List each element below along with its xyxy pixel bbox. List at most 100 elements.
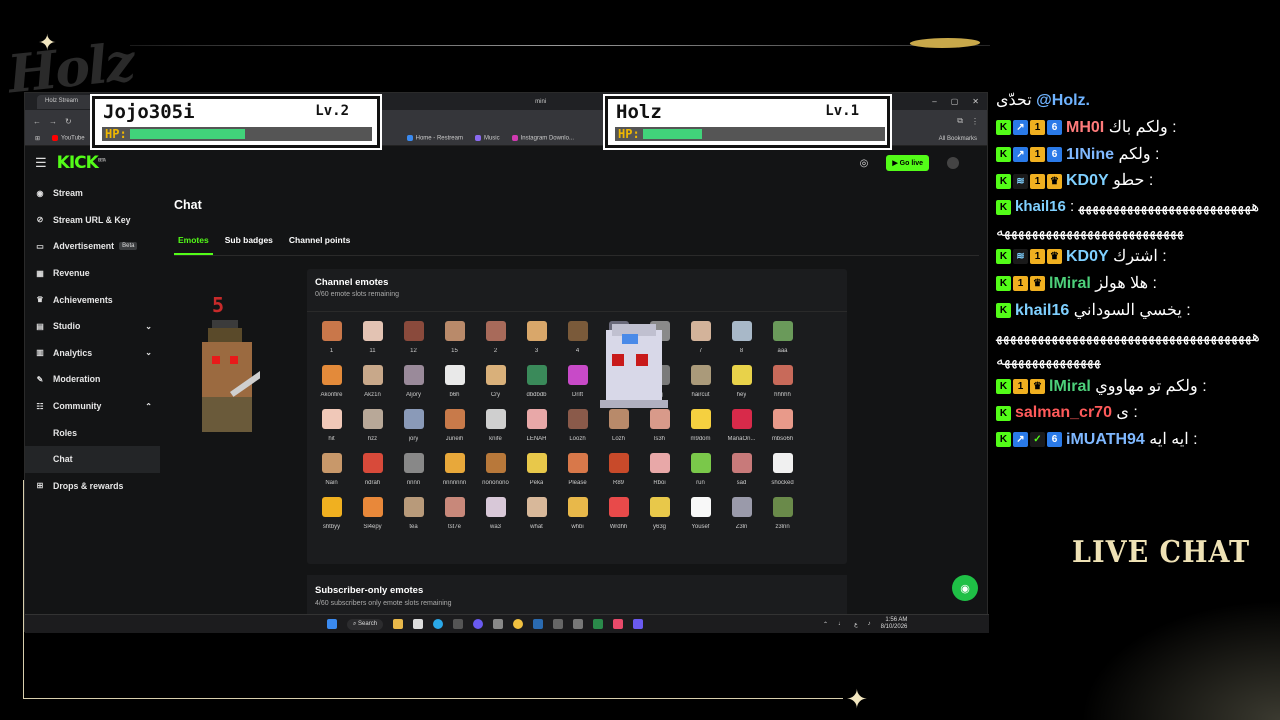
sidebar-item-revenue[interactable]: ▦ Revenue (25, 260, 160, 287)
tab-sub-badges[interactable]: Sub badges (221, 231, 277, 255)
chat-username[interactable]: khail16 (1015, 198, 1066, 215)
emote-item[interactable]: Sl4epy (352, 497, 393, 530)
emote-item[interactable]: LENAH (516, 409, 557, 442)
menu-icon[interactable]: ⋮ (971, 117, 979, 126)
emote-item[interactable]: 8 (721, 321, 762, 354)
go-live-button[interactable]: ▶ Go live (886, 155, 929, 171)
sidebar-item-stream-url-key[interactable]: ⊘ Stream URL & Key (25, 207, 160, 234)
tab-emotes[interactable]: Emotes (174, 231, 213, 255)
sidebar-item-drops-rewards[interactable]: ⊞ Drops & rewards (25, 473, 160, 500)
emote-item[interactable]: Yousef (680, 497, 721, 530)
emote-item[interactable]: Juneih (434, 409, 475, 442)
sidebar-item-achievements[interactable]: ♛ Achievements (25, 286, 160, 313)
emote-item[interactable]: tea (393, 497, 434, 530)
emote-item[interactable]: hhhhh (762, 365, 803, 398)
emote-item[interactable]: 2 (475, 321, 516, 354)
emote-item[interactable]: shtbyy (311, 497, 352, 530)
emote-item[interactable]: what (516, 497, 557, 530)
emote-item[interactable]: b6h (434, 365, 475, 398)
emote-item[interactable]: Loozh (557, 409, 598, 442)
browser-tab[interactable]: mini (535, 99, 546, 105)
close-icon[interactable]: ✕ (972, 97, 979, 106)
support-chat-button[interactable]: ◉ (952, 575, 978, 601)
sidebar-item-studio[interactable]: ▤ Studio ⌄ (25, 313, 160, 340)
emote-item[interactable]: mbso6h (762, 409, 803, 442)
emote-item[interactable]: Please (557, 453, 598, 486)
emote-item[interactable]: Peka (516, 453, 557, 486)
emote-item[interactable]: run (680, 453, 721, 486)
emote-item[interactable]: hzz (352, 409, 393, 442)
emote-item[interactable]: z3lnn (762, 497, 803, 530)
emote-item[interactable]: 4 (557, 321, 598, 354)
chat-username[interactable]: @Holz. (1036, 92, 1090, 109)
app-icon[interactable] (593, 619, 604, 629)
emote-item[interactable]: knife (475, 409, 516, 442)
emote-item[interactable]: Akz1n (352, 365, 393, 398)
emote-item[interactable]: jory (393, 409, 434, 442)
emote-item[interactable]: aaa (762, 321, 803, 354)
chat-username[interactable]: lMiral (1049, 275, 1091, 292)
app-icon[interactable] (493, 619, 504, 629)
chat-username[interactable]: iMUATH94 (1066, 431, 1145, 448)
mic-icon[interactable]: ♩ (838, 621, 844, 627)
hamburger-icon[interactable]: ☰ (35, 155, 47, 171)
chat-username[interactable]: KD0Y (1066, 248, 1109, 265)
store-icon[interactable] (413, 619, 424, 629)
emote-item[interactable]: Aljory (393, 365, 434, 398)
speaker-icon[interactable]: ♪ (868, 621, 871, 627)
app-icon[interactable] (633, 619, 644, 629)
sidebar-item-moderation[interactable]: ✎ Moderation (25, 366, 160, 393)
minimize-icon[interactable]: – (932, 97, 936, 106)
sidebar-item-community[interactable]: ☷ Community ⌃ (25, 393, 160, 420)
emote-item[interactable]: R89 (598, 453, 639, 486)
emote-item[interactable]: ndrah (352, 453, 393, 486)
reload-icon[interactable]: ↻ (65, 117, 72, 126)
emote-item[interactable]: wa3 (475, 497, 516, 530)
avatar[interactable] (947, 157, 959, 169)
discord-icon[interactable] (473, 619, 484, 629)
chat-username[interactable]: KD0Y (1066, 172, 1109, 189)
chat-username[interactable]: 1INine (1066, 146, 1114, 163)
chevron-icon[interactable]: ⌄ (145, 322, 152, 331)
emote-item[interactable]: hit (311, 409, 352, 442)
emote-item[interactable]: hey (721, 365, 762, 398)
emote-item[interactable]: nnnn (393, 453, 434, 486)
emote-item[interactable]: 1 (311, 321, 352, 354)
sidebar-item-roles[interactable]: Roles (25, 419, 160, 446)
emote-item[interactable]: Akonfire (311, 365, 352, 398)
chat-username[interactable]: salman_cr70 (1015, 404, 1112, 421)
bookmark-instagram[interactable]: Instagram Downlo... (511, 135, 574, 142)
bookmark-music[interactable]: Music (474, 135, 500, 142)
steam-icon[interactable] (533, 619, 544, 629)
maximize-icon[interactable]: ▢ (951, 97, 959, 106)
emote-item[interactable]: dbdbdb (516, 365, 557, 398)
windows-start-icon[interactable] (327, 619, 337, 629)
emote-item[interactable]: Drift (557, 365, 598, 398)
sidebar-item-chat[interactable]: Chat (25, 445, 160, 473)
emote-item[interactable]: haircut (680, 365, 721, 398)
forward-icon[interactable]: → (49, 117, 57, 126)
emote-item[interactable]: nnnnnnn (434, 453, 475, 486)
clock[interactable]: 1:56 AM 8/10/2026 (881, 617, 908, 631)
apps-icon[interactable]: ⊞ (35, 135, 40, 142)
taskbar-search[interactable]: ⌕ Search (347, 618, 384, 630)
notification-icon[interactable]: ◎ (860, 158, 869, 169)
emote-item[interactable]: 15 (434, 321, 475, 354)
chevron-icon[interactable]: ⌃ (145, 402, 152, 411)
emote-item[interactable]: Cry (475, 365, 516, 398)
emote-item[interactable]: Rboi (639, 453, 680, 486)
folder-icon[interactable] (393, 619, 404, 629)
emote-item[interactable]: ManaOn... (721, 409, 762, 442)
sidebar-item-analytics[interactable]: ▥ Analytics ⌄ (25, 340, 160, 367)
app-icon[interactable] (453, 619, 464, 629)
emote-item[interactable]: 12 (393, 321, 434, 354)
emote-item[interactable]: nononono (475, 453, 516, 486)
emote-item[interactable]: tst7e (434, 497, 475, 530)
chat-username[interactable]: khail16 (1015, 302, 1069, 319)
chat-username[interactable]: lMiral (1049, 378, 1091, 395)
app-icon[interactable] (553, 619, 564, 629)
emote-item[interactable]: Z3ln (721, 497, 762, 530)
emote-item[interactable]: m9dom (680, 409, 721, 442)
extensions-icon[interactable]: ⧉ (957, 116, 963, 126)
tray-chevron-icon[interactable]: ⌃ (823, 621, 828, 628)
